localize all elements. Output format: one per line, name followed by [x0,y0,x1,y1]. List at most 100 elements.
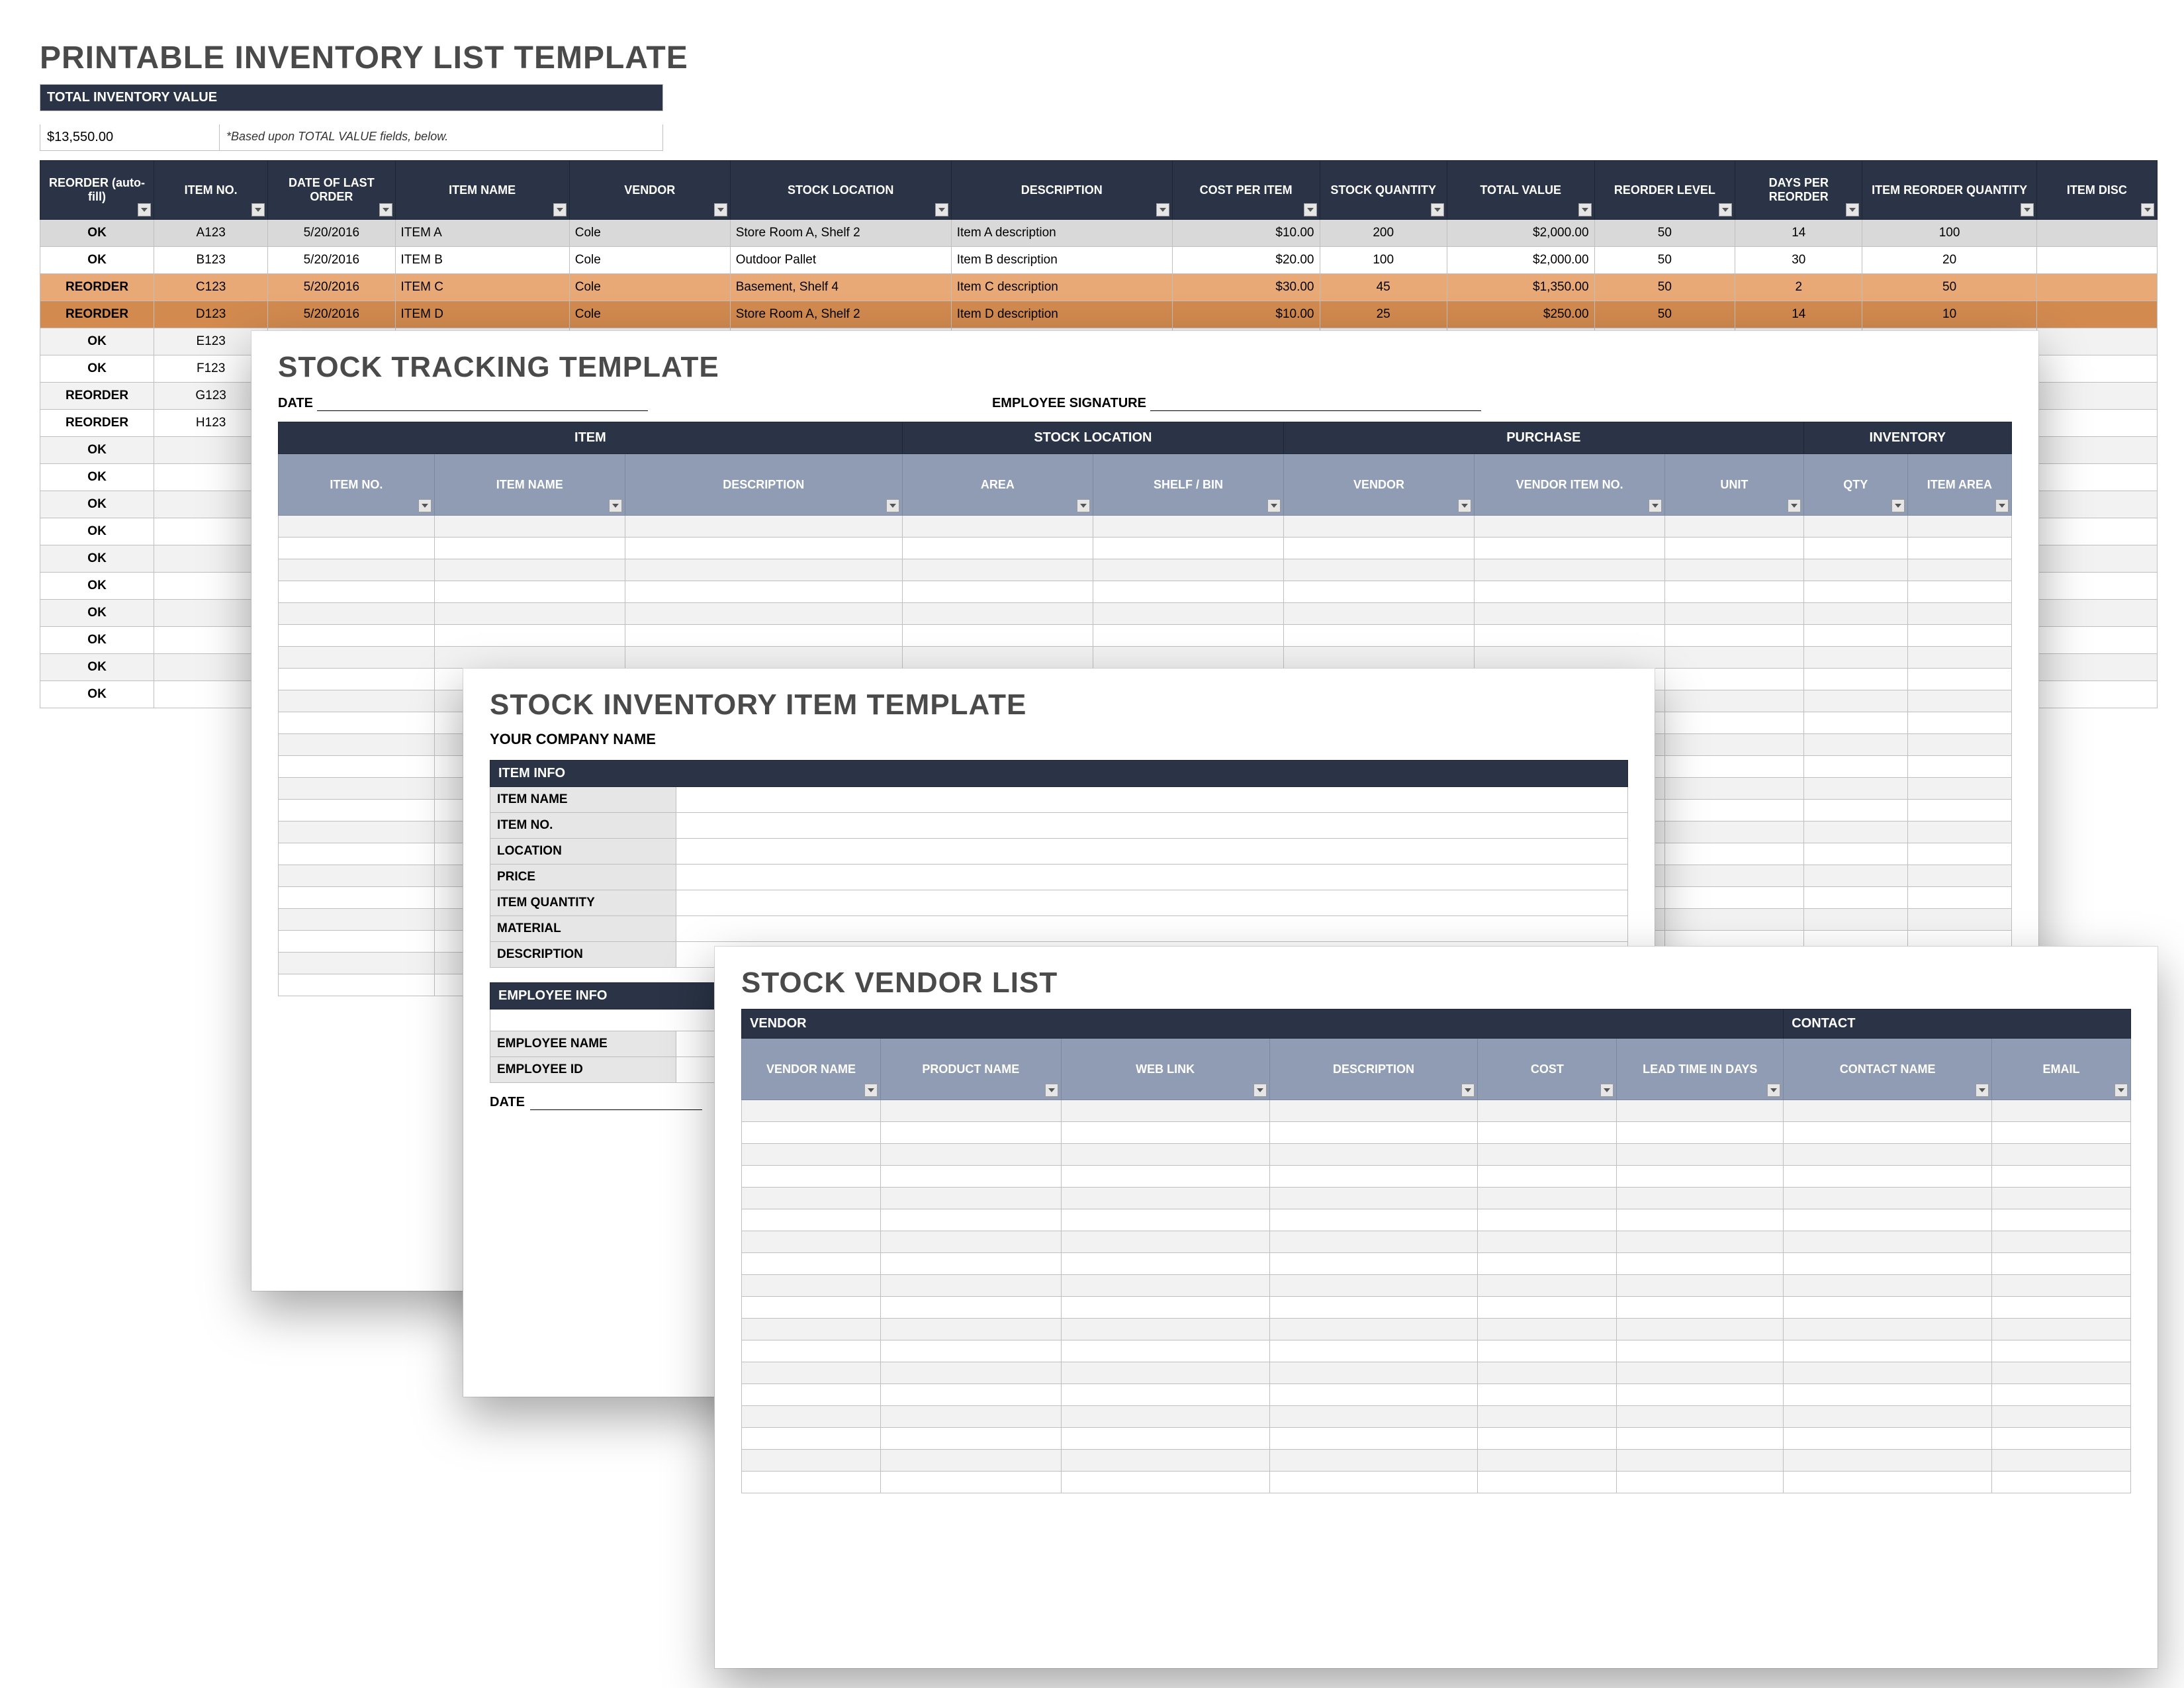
cell[interactable]: REORDER [40,274,154,301]
cell[interactable] [2036,600,2157,627]
cell[interactable] [1617,1231,1784,1253]
filter-icon[interactable] [1077,499,1090,512]
cell[interactable] [1992,1188,2131,1209]
cell[interactable] [279,843,435,865]
cell[interactable]: OK [40,545,154,573]
cell[interactable] [1907,821,2011,843]
cell[interactable] [1992,1340,2131,1362]
table-row[interactable] [742,1319,2131,1340]
filter-icon[interactable] [1995,499,2009,512]
cell[interactable] [1617,1253,1784,1275]
cell[interactable] [2036,274,2157,301]
filter-icon[interactable] [553,203,567,216]
filter-icon[interactable] [1461,1084,1475,1097]
cell[interactable] [1475,559,1665,581]
tcol-item-no[interactable]: ITEM NO. [279,454,435,516]
filter-icon[interactable] [935,203,948,216]
cell[interactable] [1269,1340,1478,1362]
cell[interactable] [1784,1472,1992,1493]
cell[interactable] [279,581,435,603]
cell[interactable] [1784,1253,1992,1275]
cell[interactable] [1992,1144,2131,1166]
filter-icon[interactable] [609,499,622,512]
field-input[interactable] [676,890,1628,916]
cell[interactable] [880,1384,1061,1406]
filter-icon[interactable] [1253,1084,1267,1097]
filter-icon[interactable] [1719,203,1732,216]
cell[interactable] [2036,654,2157,681]
cell[interactable] [1907,581,2011,603]
cell[interactable] [1478,1188,1617,1209]
cell[interactable]: ITEM B [395,247,569,274]
cell[interactable] [1269,1166,1478,1188]
tracking-signature-field[interactable]: EMPLOYEE SIGNATURE [992,396,1481,411]
cell[interactable] [279,800,435,821]
cell[interactable] [1283,516,1474,538]
cell[interactable] [154,464,268,491]
cell[interactable] [742,1209,881,1231]
cell[interactable] [279,559,435,581]
cell[interactable] [1269,1231,1478,1253]
cell[interactable] [1617,1166,1784,1188]
cell[interactable] [2036,464,2157,491]
cell[interactable]: $10.00 [1172,301,1320,328]
cell[interactable] [1478,1297,1617,1319]
cell[interactable] [279,669,435,690]
cell[interactable] [1803,538,1907,559]
table-row[interactable] [279,516,2012,538]
cell[interactable] [1784,1166,1992,1188]
cell[interactable]: 50 [1594,301,1735,328]
col-reorder[interactable]: REORDER (auto-fill) [40,161,154,220]
cell[interactable] [1061,1188,1269,1209]
filter-icon[interactable] [714,203,727,216]
cell[interactable] [1617,1144,1784,1166]
table-row[interactable] [742,1253,2131,1275]
cell[interactable]: ITEM C [395,274,569,301]
cell[interactable] [1784,1384,1992,1406]
cell[interactable] [1269,1450,1478,1472]
cell[interactable] [434,603,625,625]
cell[interactable] [279,974,435,996]
cell[interactable] [279,625,435,647]
cell[interactable]: B123 [154,247,268,274]
cell[interactable]: OK [40,518,154,545]
cell[interactable] [1475,625,1665,647]
cell[interactable] [1478,1384,1617,1406]
cell[interactable]: Basement, Shelf 4 [730,274,951,301]
vcol-web-link[interactable]: WEB LINK [1061,1039,1269,1100]
cell[interactable] [1478,1253,1617,1275]
cell[interactable]: Cole [569,301,730,328]
filter-icon[interactable] [1600,1084,1614,1097]
cell[interactable] [1061,1122,1269,1144]
cell[interactable] [1061,1209,1269,1231]
cell[interactable]: $10.00 [1172,220,1320,247]
cell[interactable] [279,603,435,625]
cell[interactable] [1803,865,1907,887]
filter-icon[interactable] [1846,203,1859,216]
cell[interactable]: Cole [569,274,730,301]
vcol-vendor-name[interactable]: VENDOR NAME [742,1039,881,1100]
cell[interactable] [1907,625,2011,647]
cell[interactable]: F123 [154,355,268,383]
filter-icon[interactable] [2021,203,2034,216]
cell[interactable] [1784,1188,1992,1209]
cell[interactable] [1803,821,1907,843]
cell[interactable] [1784,1406,1992,1428]
cell[interactable] [279,778,435,800]
cell[interactable]: 14 [1735,220,1862,247]
col-item-disc[interactable]: ITEM DISC [2036,161,2157,220]
cell[interactable]: 50 [1594,274,1735,301]
cell[interactable] [1269,1472,1478,1493]
vcol-contact-name[interactable]: CONTACT NAME [1784,1039,1992,1100]
tcol-shelf[interactable]: SHELF / BIN [1093,454,1283,516]
cell[interactable] [1617,1384,1784,1406]
table-row[interactable] [742,1362,2131,1384]
cell[interactable] [880,1428,1061,1450]
cell[interactable] [1803,756,1907,778]
cell[interactable] [434,625,625,647]
cell[interactable]: 2 [1735,274,1862,301]
cell[interactable] [880,1231,1061,1253]
cell[interactable] [1803,581,1907,603]
cell[interactable] [1093,603,1283,625]
cell[interactable] [742,1450,881,1472]
